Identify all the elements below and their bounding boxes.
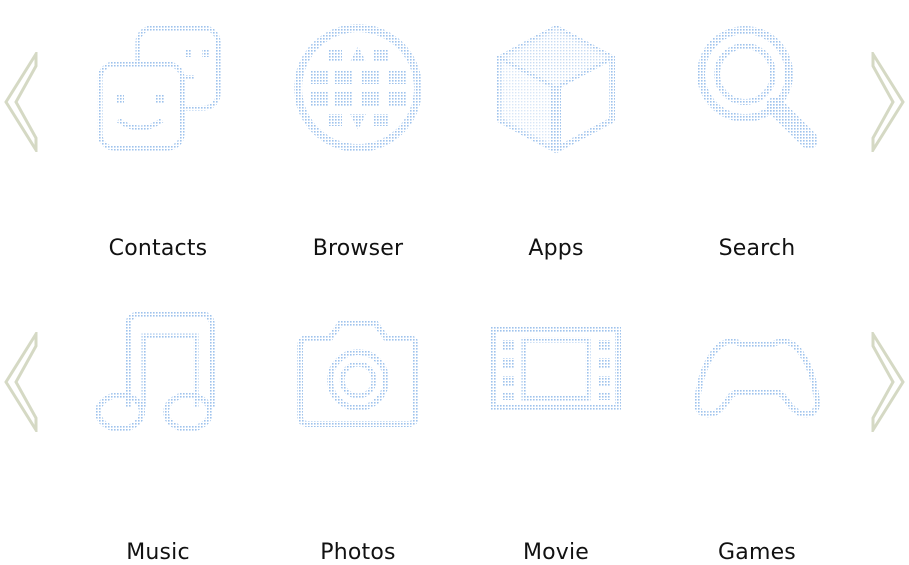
magnifier-icon	[689, 20, 825, 156]
photos-tile[interactable]: Photos	[268, 280, 448, 565]
tile-label: Contacts	[108, 236, 208, 261]
tile-label: Games	[718, 540, 796, 565]
camera-icon	[290, 300, 426, 436]
next-page-arrow-icon[interactable]	[869, 52, 909, 152]
previous-page-arrow-icon[interactable]	[0, 52, 40, 152]
icon-row-2: Music Photos Movie Games	[0, 280, 909, 565]
gamepad-icon	[689, 300, 825, 436]
tile-label: Search	[718, 236, 796, 261]
movie-tile[interactable]: Movie	[466, 280, 646, 565]
contacts-icon	[90, 20, 226, 156]
music-tile[interactable]: Music	[68, 280, 248, 565]
tile-label: Browser	[312, 236, 404, 261]
browser-tile[interactable]: Browser	[268, 0, 448, 280]
music-note-icon	[90, 300, 226, 436]
tile-label: Music	[126, 540, 190, 565]
cube-icon	[488, 20, 624, 156]
previous-page-arrow-icon[interactable]	[0, 332, 40, 432]
film-icon	[488, 300, 624, 436]
globe-icon	[290, 20, 426, 156]
contacts-tile[interactable]: Contacts	[68, 0, 248, 280]
tile-label: Apps	[528, 236, 584, 261]
icon-row-1: Contacts Browser Apps Search	[0, 0, 909, 280]
search-tile[interactable]: Search	[667, 0, 847, 280]
tile-label: Movie	[522, 540, 590, 565]
next-page-arrow-icon[interactable]	[869, 332, 909, 432]
games-tile[interactable]: Games	[667, 280, 847, 565]
tile-label: Photos	[320, 540, 396, 565]
apps-tile[interactable]: Apps	[466, 0, 646, 280]
